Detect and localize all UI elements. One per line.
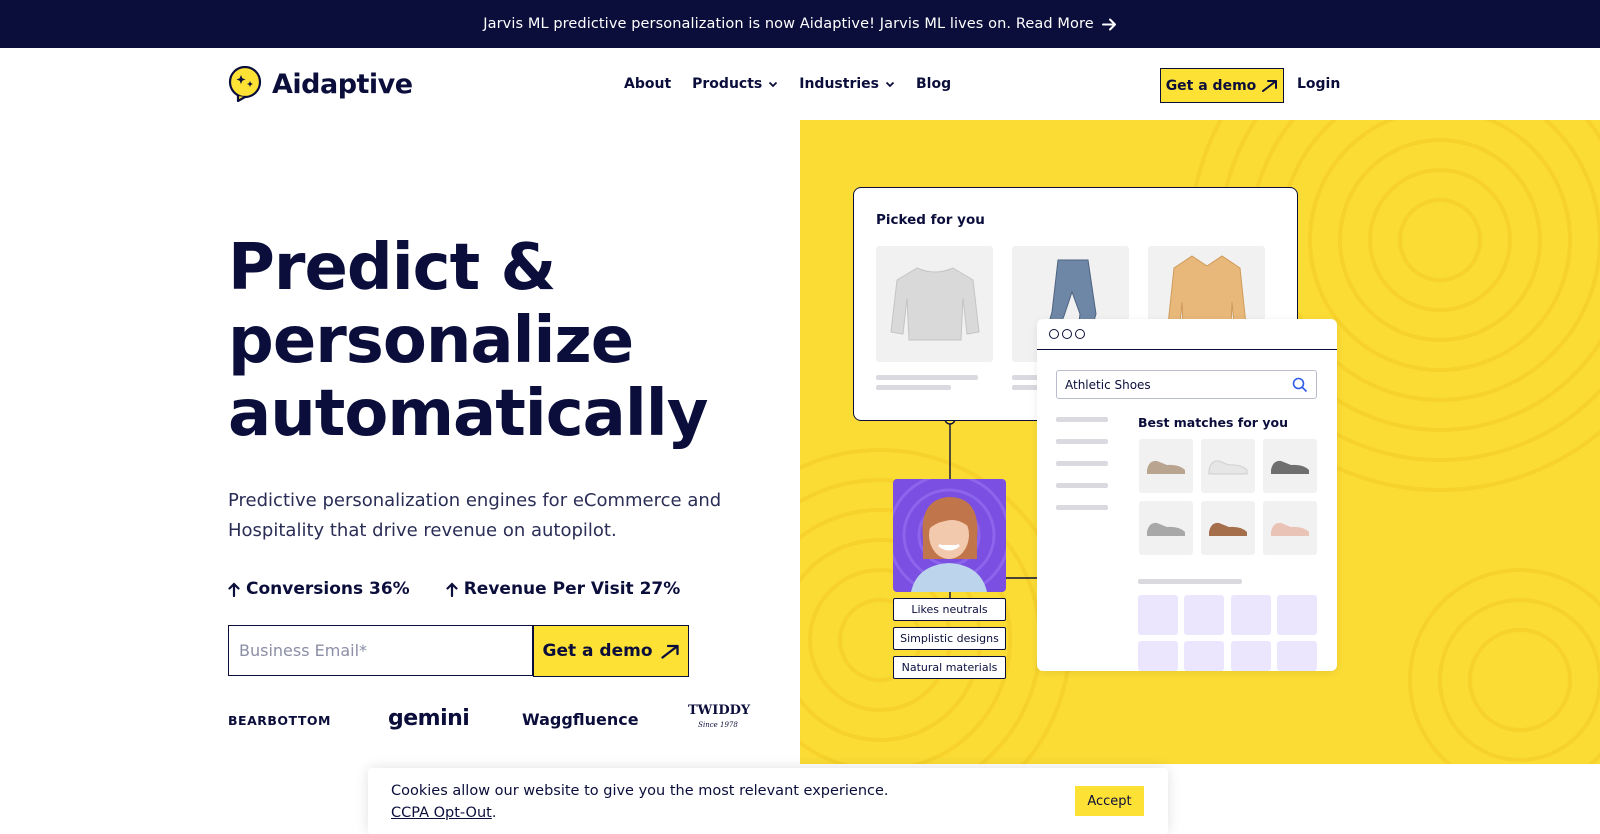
- hero-get-demo-button[interactable]: Get a demo: [533, 625, 689, 677]
- hero-stats: Conversions 36% Revenue Per Visit 27%: [228, 579, 680, 599]
- placeholder-tile: [1184, 595, 1224, 635]
- shoe-icon: [1209, 522, 1247, 536]
- business-email-input[interactable]: [228, 625, 533, 676]
- picked-for-you-title: Picked for you: [876, 212, 985, 228]
- logo[interactable]: Aidaptive: [228, 66, 413, 102]
- placeholder-tile: [1231, 595, 1271, 635]
- placeholder-tile: [1138, 641, 1178, 671]
- stat-revenue-label: Revenue Per Visit 27%: [463, 579, 681, 599]
- nav-about[interactable]: About: [624, 76, 671, 92]
- waggfluence-logo: Waggfluence: [522, 710, 639, 729]
- shoe-tile: [1201, 439, 1255, 493]
- preference-tag: Simplistic designs: [893, 627, 1006, 650]
- hero-title: Predict & personalize automatically: [228, 231, 708, 451]
- hero-title-highlight: automatically: [228, 377, 708, 451]
- window-dot-icon: [1049, 329, 1059, 339]
- window-controls: [1037, 319, 1337, 350]
- nav-blog-label: Blog: [915, 76, 952, 92]
- best-matches-title: Best matches for you: [1138, 415, 1288, 430]
- preference-tag: Natural materials: [893, 656, 1006, 679]
- shoe-icon: [1147, 460, 1185, 474]
- filter-bar: [1056, 439, 1108, 444]
- mock-search-value: Athletic Shoes: [1065, 377, 1151, 392]
- twiddy-logo-since: Since 1978: [698, 721, 738, 729]
- shopper-avatar: [893, 479, 1006, 592]
- shoe-icon: [1147, 522, 1185, 536]
- window-dot-icon: [1075, 329, 1085, 339]
- hero-title-line-2: personalize: [228, 304, 634, 378]
- hero-illustration: Picked for you Athletic Shoes Best match…: [800, 120, 1600, 764]
- mock-search-field: Athletic Shoes: [1056, 370, 1317, 399]
- filter-bar: [1056, 417, 1108, 422]
- search-icon: [1292, 377, 1308, 393]
- nav-industries-label: Industries: [799, 76, 879, 92]
- gemini-logo: gemini: [388, 706, 470, 731]
- cookie-period: .: [491, 805, 497, 821]
- nav-industries[interactable]: Industries: [799, 76, 895, 92]
- placeholder-tile: [1277, 641, 1317, 671]
- search-results-card: Athletic Shoes Best matches for you: [1037, 319, 1337, 671]
- product-sweater: [876, 246, 993, 362]
- header-get-demo-button[interactable]: Get a demo: [1160, 68, 1284, 103]
- chevron-down-icon: [769, 81, 778, 87]
- shoe-tile: [1263, 501, 1317, 555]
- shoe-tile: [1139, 439, 1193, 493]
- hero-title-line-1: Predict &: [228, 231, 556, 305]
- shoe-tile: [1201, 501, 1255, 555]
- arrow-up-right-icon: [1262, 80, 1278, 92]
- cookie-message: Cookies allow our website to give you th…: [391, 783, 889, 799]
- site-header: Aidaptive About Products Industries Blog…: [0, 48, 1600, 120]
- header-get-demo-label: Get a demo: [1165, 77, 1257, 94]
- cookie-banner: Cookies allow our website to give you th…: [368, 768, 1168, 834]
- login-link[interactable]: Login: [1297, 76, 1340, 92]
- arrow-up-icon: [446, 581, 458, 597]
- main-nav: About Products Industries Blog: [624, 76, 951, 92]
- announcement-text[interactable]: Jarvis ML predictive personalization is …: [483, 16, 1094, 32]
- placeholder-bar: [876, 375, 978, 380]
- shoe-icon: [1208, 460, 1248, 475]
- placeholder-tile: [1138, 595, 1178, 635]
- nav-products-label: Products: [692, 76, 763, 92]
- arrow-right-icon: [1101, 18, 1117, 31]
- placeholder-tile: [1277, 595, 1317, 635]
- chevron-down-icon: [885, 81, 895, 87]
- ccpa-opt-out-link[interactable]: CCPA Opt-Out: [391, 805, 492, 821]
- person-portrait-icon: [893, 479, 1006, 592]
- stat-conversions-label: Conversions 36%: [246, 579, 410, 599]
- hero-subtitle: Predictive personalization engines for e…: [228, 490, 722, 541]
- bearbottom-logo: BEARBOTTOM: [228, 713, 331, 728]
- nav-blog[interactable]: Blog: [916, 76, 951, 92]
- stat-revenue: Revenue Per Visit 27%: [446, 579, 681, 599]
- cookie-message-block: Cookies allow our website to give you th…: [391, 780, 889, 824]
- shoe-tile: [1263, 439, 1317, 493]
- placeholder-bar: [876, 385, 951, 390]
- shoe-tile: [1139, 501, 1193, 555]
- placeholder-tile: [1231, 641, 1271, 671]
- nav-about-label: About: [624, 76, 672, 92]
- nav-products[interactable]: Products: [692, 76, 778, 92]
- filter-bar: [1056, 505, 1108, 510]
- twiddy-logo: TWIDDY Since 1978: [688, 703, 751, 732]
- filter-bar: [1056, 461, 1108, 466]
- shoe-icon: [1271, 522, 1309, 536]
- filter-bar: [1056, 483, 1108, 488]
- logo-mark-icon: [228, 66, 262, 102]
- preference-tag: Likes neutrals: [893, 598, 1006, 621]
- placeholder-bar: [1138, 579, 1242, 584]
- accept-cookies-button[interactable]: Accept: [1075, 786, 1144, 816]
- twiddy-logo-text: TWIDDY: [688, 703, 751, 718]
- arrow-up-right-icon: [660, 644, 679, 659]
- logo-text: Aidaptive: [272, 68, 413, 100]
- shoe-icon: [1271, 460, 1309, 474]
- window-dot-icon: [1062, 329, 1072, 339]
- sweater-icon: [889, 267, 980, 341]
- hero-get-demo-label: Get a demo: [542, 641, 653, 661]
- client-logos: BEARBOTTOM gemini Waggfluence TWIDDY Sin…: [228, 703, 751, 736]
- arrow-up-icon: [228, 581, 240, 597]
- stat-conversions: Conversions 36%: [228, 579, 410, 599]
- placeholder-tile: [1184, 641, 1224, 671]
- announcement-bar[interactable]: Jarvis ML predictive personalization is …: [0, 0, 1600, 48]
